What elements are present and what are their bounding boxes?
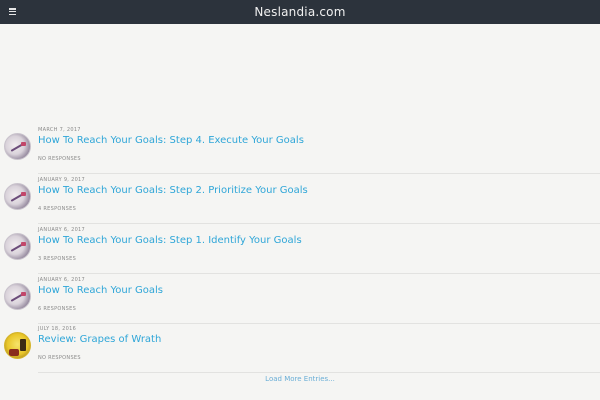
- post-date: JANUARY 6, 2017: [38, 227, 86, 233]
- post-responses[interactable]: 4 RESPONSES: [38, 206, 76, 212]
- post-entry: JANUARY 6, 2017 How To Reach Your Goals …: [0, 274, 600, 324]
- divider: [38, 372, 600, 373]
- goals-thumbnail-icon[interactable]: [4, 133, 31, 160]
- post-entry: JANUARY 9, 2017 How To Reach Your Goals:…: [0, 174, 600, 224]
- post-date: MARCH 7, 2017: [38, 127, 81, 133]
- post-title-link[interactable]: How To Reach Your Goals: Step 1. Identif…: [38, 235, 302, 246]
- post-responses[interactable]: 3 RESPONSES: [38, 256, 76, 262]
- book-thumbnail-icon[interactable]: [4, 332, 31, 359]
- post-responses[interactable]: NO RESPONSES: [38, 156, 81, 162]
- post-entry: JANUARY 6, 2017 How To Reach Your Goals:…: [0, 224, 600, 274]
- post-entry: MARCH 7, 2017 How To Reach Your Goals: S…: [0, 124, 600, 174]
- post-title-link[interactable]: How To Reach Your Goals: Step 4. Execute…: [38, 135, 304, 146]
- post-title-link[interactable]: How To Reach Your Goals: [38, 285, 163, 296]
- post-title-link[interactable]: Review: Grapes of Wrath: [38, 334, 161, 345]
- post-date: JANUARY 6, 2017: [38, 277, 86, 283]
- goals-thumbnail-icon[interactable]: [4, 283, 31, 310]
- site-title[interactable]: Neslandia.com: [0, 0, 600, 24]
- post-responses[interactable]: 6 RESPONSES: [38, 306, 76, 312]
- load-more-link[interactable]: Load More Entries...: [0, 375, 600, 383]
- top-bar: Neslandia.com: [0, 0, 600, 24]
- goals-thumbnail-icon[interactable]: [4, 233, 31, 260]
- post-responses[interactable]: NO RESPONSES: [38, 355, 81, 361]
- goals-thumbnail-icon[interactable]: [4, 183, 31, 210]
- post-date: JULY 18, 2016: [38, 326, 77, 332]
- post-date: JANUARY 9, 2017: [38, 177, 86, 183]
- post-title-link[interactable]: How To Reach Your Goals: Step 2. Priorit…: [38, 185, 308, 196]
- post-entry: JULY 18, 2016 Review: Grapes of Wrath NO…: [0, 323, 600, 373]
